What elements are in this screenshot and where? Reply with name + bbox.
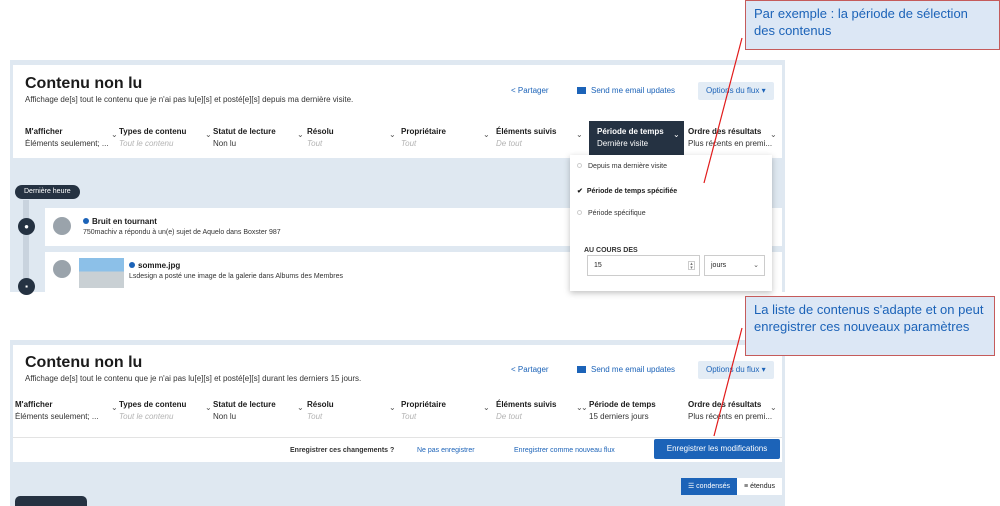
annotation-arrow [703, 37, 743, 184]
annotation-arrows [703, 37, 743, 437]
annotation-arrow [713, 327, 743, 437]
